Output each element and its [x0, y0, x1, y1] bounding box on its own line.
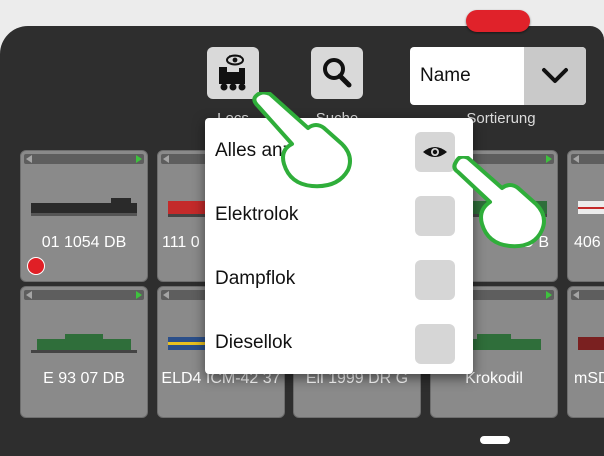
- pointing-hand-icon: [452, 156, 546, 249]
- speed-bar: [24, 290, 144, 300]
- loco-name: 406: [574, 234, 601, 251]
- pointing-hand-icon: [252, 92, 352, 189]
- loco-name: E 93 07 DB: [43, 370, 125, 387]
- locomotive-image: [31, 334, 137, 353]
- loco-card[interactable]: 406: [567, 150, 604, 282]
- home-indicator: [480, 436, 510, 444]
- loco-card[interactable]: 01 1054 DB: [20, 150, 148, 282]
- filter-checkbox[interactable]: [415, 260, 455, 300]
- sort-value: Name: [420, 65, 471, 86]
- status-led: [466, 10, 530, 32]
- search-icon: [323, 58, 352, 88]
- menu-item-label: Elektrolok: [215, 204, 299, 225]
- eye-icon[interactable]: [415, 132, 455, 172]
- speed-bar: [571, 290, 604, 300]
- menu-item-diesel[interactable]: Diesellok: [205, 310, 473, 374]
- speed-bar: [571, 154, 604, 164]
- menu-item-steam[interactable]: Dampflok: [205, 246, 473, 310]
- locomotive-image: [578, 337, 604, 350]
- locomotive-image: [578, 201, 604, 214]
- loco-name: 01 1054 DB: [41, 234, 127, 251]
- menu-item-label: Diesellok: [215, 332, 293, 353]
- filter-checkbox[interactable]: [415, 196, 455, 236]
- filter-checkbox[interactable]: [415, 324, 455, 364]
- loco-card[interactable]: mSD: [567, 286, 604, 418]
- loco-name: mSD: [574, 370, 604, 387]
- locomotive-image: [31, 198, 137, 216]
- loco-card[interactable]: E 93 07 DB: [20, 286, 148, 418]
- status-indicator: [27, 257, 45, 275]
- chevron-down-icon: [524, 47, 586, 105]
- menu-item-label: Dampflok: [215, 268, 296, 289]
- loco-eye-icon: [219, 54, 246, 91]
- sort-dropdown[interactable]: Name: [410, 47, 586, 105]
- speed-bar: [24, 154, 144, 164]
